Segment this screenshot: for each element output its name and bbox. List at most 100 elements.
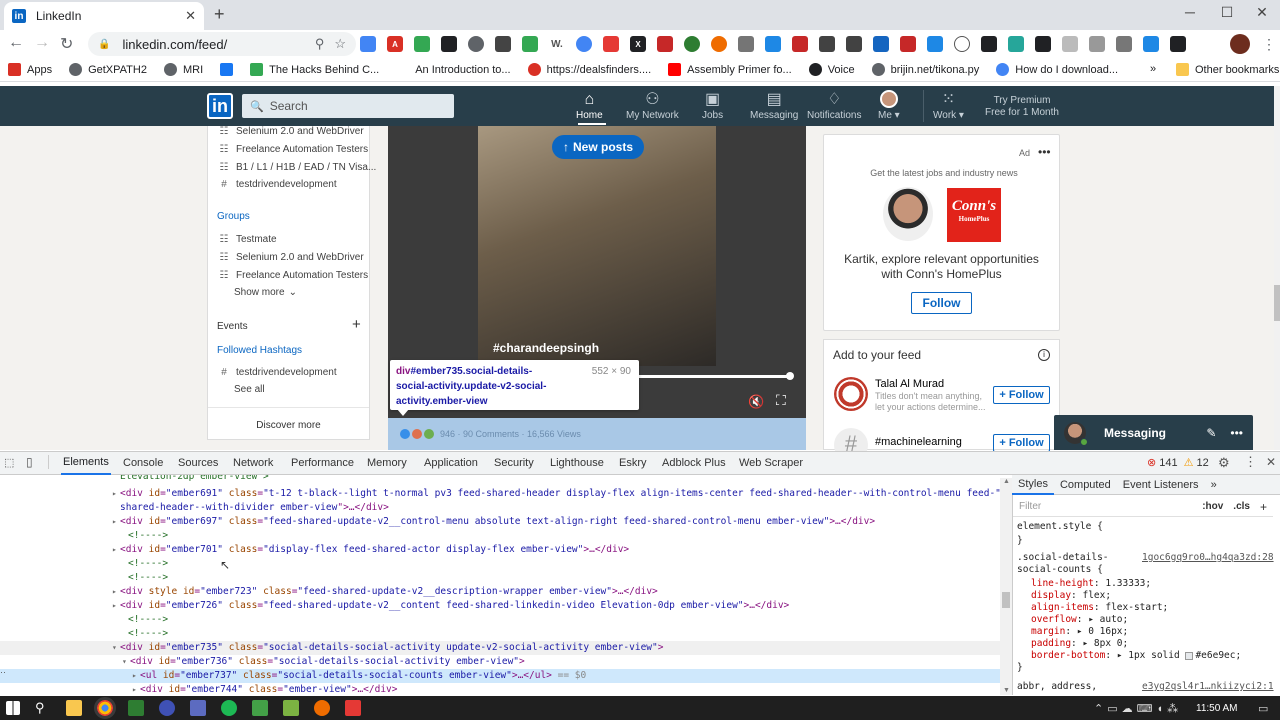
- style-rule-line[interactable]: display: flex;: [1017, 590, 1111, 602]
- info-icon[interactable]: i: [1038, 349, 1050, 361]
- dom-node-line[interactable]: ▸ <div id="ember701" class="display-flex …: [0, 543, 1000, 557]
- app-icon[interactable]: [252, 700, 268, 716]
- bookmark-item[interactable]: Voice: [808, 63, 855, 76]
- nav-messaging[interactable]: ▤ Messaging: [750, 90, 798, 121]
- page-scrollbar[interactable]: [1274, 86, 1280, 450]
- devtools-tab-application[interactable]: Application: [422, 451, 480, 475]
- devtools-tab-web-scraper[interactable]: Web Scraper: [737, 451, 805, 475]
- extension-icon[interactable]: [441, 36, 457, 52]
- zoom-icon[interactable]: ⚲: [315, 36, 325, 52]
- style-rule-line[interactable]: .social-details- 1goc6gq9ro0…hg4qa3zd:28: [1017, 552, 1274, 564]
- bookmark-item[interactable]: How do I download...: [996, 63, 1118, 76]
- talal-avatar[interactable]: [834, 377, 868, 411]
- group-item[interactable]: ☷ Selenium 2.0 and WebDriver: [218, 252, 364, 263]
- page-scrollbar-thumb[interactable]: [1274, 285, 1280, 321]
- maximize-button[interactable]: ☐: [1209, 4, 1245, 21]
- dom-node-line[interactable]: ▸ <div id="ember691" class="t-12 t-black-…: [0, 487, 1001, 501]
- extension-icon[interactable]: [657, 36, 673, 52]
- scroll-down-icon[interactable]: ▼: [1003, 687, 1010, 694]
- windows-start-icon[interactable]: [6, 701, 20, 715]
- download-icon[interactable]: [1170, 36, 1186, 52]
- try-premium-link[interactable]: Try Premium Free for 1 Month: [984, 95, 1060, 119]
- more-tabs-icon[interactable]: »: [1205, 475, 1223, 495]
- more-options-icon[interactable]: •••: [1230, 426, 1243, 440]
- chrome-icon[interactable]: [94, 697, 116, 719]
- style-rule-line[interactable]: }: [1017, 535, 1023, 547]
- extension-icon[interactable]: [819, 36, 835, 52]
- expand-arrow-icon[interactable]: ▸: [132, 683, 140, 695]
- show-more-button[interactable]: Show more ⌄: [234, 287, 297, 298]
- expand-arrow-icon[interactable]: ▸: [112, 515, 120, 529]
- dom-node-line[interactable]: ▾ <div id="ember735" class="social-detail…: [0, 641, 1000, 655]
- extension-icon[interactable]: [576, 36, 592, 52]
- add-event-icon[interactable]: +: [352, 316, 361, 333]
- nav-jobs[interactable]: ▣ Jobs: [702, 90, 723, 121]
- messaging-overlay[interactable]: Messaging ✎ •••: [1054, 415, 1253, 450]
- extension-icon[interactable]: [468, 36, 484, 52]
- group-item[interactable]: ☷ Testmate: [218, 234, 277, 245]
- styles-filter[interactable]: Filter :hov .cls +: [1013, 497, 1273, 517]
- reload-button[interactable]: ↻: [60, 34, 73, 54]
- bookmark-item[interactable]: Apps: [8, 63, 52, 76]
- style-rule-line[interactable]: align-items: flex-start;: [1017, 602, 1168, 614]
- style-rule-line[interactable]: margin: ▸ 0 16px;: [1017, 626, 1128, 638]
- see-all-link[interactable]: See all: [234, 384, 265, 395]
- forward-button[interactable]: →: [34, 34, 50, 52]
- extension-icon[interactable]: A: [387, 36, 403, 52]
- dom-node-line[interactable]: Elevation-2dp ember-view">: [0, 475, 1000, 484]
- dom-node-line[interactable]: <!---->: [0, 627, 1000, 641]
- expand-arrow-icon[interactable]: ▸: [112, 487, 120, 501]
- dom-node-line[interactable]: ▸ <ul id="ember737" class="social-details…: [0, 669, 1000, 683]
- kebab-menu-icon[interactable]: ⋮: [1244, 454, 1257, 470]
- close-tab-icon[interactable]: ✕: [185, 8, 196, 24]
- close-window-button[interactable]: ✕: [1244, 4, 1280, 21]
- compose-icon[interactable]: ✎: [1206, 426, 1216, 440]
- style-rule-line[interactable]: line-height: 1.33333;: [1017, 578, 1151, 590]
- extension-icon[interactable]: [1062, 36, 1078, 52]
- app-icon[interactable]: [128, 700, 144, 716]
- address-bar[interactable]: 🔒 linkedin.com/feed/ ⚲ ☆: [88, 32, 356, 56]
- extension-icon[interactable]: W.: [549, 36, 565, 52]
- social-counts-bar[interactable]: 946 · 90 Comments · 16,566 Views: [388, 418, 806, 450]
- devtools-tab-performance[interactable]: Performance: [289, 451, 356, 475]
- extension-icon[interactable]: [1089, 36, 1105, 52]
- notification-center-icon[interactable]: ▭: [1258, 702, 1268, 715]
- style-rule-line[interactable]: border-bottom: ▸ 1px solid #e6e9ec;: [1017, 650, 1241, 662]
- extension-icon[interactable]: [846, 36, 862, 52]
- style-rule-line[interactable]: }: [1017, 662, 1023, 674]
- dom-tree[interactable]: Elevation-2dp ember-view"> ▸ <div id="embe…: [0, 475, 1012, 695]
- nav-home[interactable]: ⌂ Home: [576, 90, 603, 121]
- bookmark-item[interactable]: brijin.net/tikona.py: [871, 63, 979, 76]
- profile-avatar-icon[interactable]: [1230, 34, 1250, 54]
- extension-icon[interactable]: [1143, 36, 1159, 52]
- filter-input[interactable]: Filter: [1019, 501, 1202, 512]
- devtools-tab-lighthouse[interactable]: Lighthouse: [548, 451, 606, 475]
- devtools-tab-eskry[interactable]: Eskry: [617, 451, 649, 475]
- discover-more-button[interactable]: Discover more: [208, 420, 369, 431]
- app-icon[interactable]: [283, 700, 299, 716]
- nav-my-network[interactable]: ⚇ My Network: [626, 90, 679, 121]
- tab-event-listeners[interactable]: Event Listeners: [1117, 475, 1205, 495]
- expand-arrow-icon[interactable]: ▸: [112, 599, 120, 613]
- issue-counters[interactable]: ⊗ 141 ⚠ 12: [1147, 456, 1209, 470]
- extension-icon[interactable]: [684, 36, 700, 52]
- extension-icon[interactable]: [900, 36, 916, 52]
- tab-styles[interactable]: Styles: [1012, 475, 1054, 495]
- browser-tab[interactable]: in LinkedIn ✕: [4, 2, 204, 30]
- dom-node-line[interactable]: ▸ <div id="ember726" class="feed-shared-u…: [0, 599, 1000, 613]
- suggestion-name[interactable]: Talal Al Murad: [875, 378, 944, 390]
- new-posts-button[interactable]: ↑ New posts: [552, 135, 644, 159]
- mute-icon[interactable]: 🔇: [748, 394, 764, 410]
- app-icon[interactable]: [345, 700, 361, 716]
- devtools-tab-memory[interactable]: Memory: [365, 451, 409, 475]
- extension-icon[interactable]: [495, 36, 511, 52]
- close-devtools-icon[interactable]: ✕: [1266, 455, 1276, 469]
- expand-arrow-icon[interactable]: ▸: [112, 543, 120, 557]
- bookmark-star-icon[interactable]: ☆: [334, 36, 346, 52]
- taskbar-clock[interactable]: 11:50 AM: [1196, 703, 1238, 714]
- bookmark-item[interactable]: https://dealsfinders....: [527, 63, 651, 76]
- expand-arrow-icon[interactable]: ▾: [112, 641, 120, 655]
- teams-icon[interactable]: [190, 700, 206, 716]
- followed-hashtags-heading[interactable]: Followed Hashtags: [217, 345, 302, 356]
- hashtag-item[interactable]: # testdrivendevelopment: [218, 367, 336, 378]
